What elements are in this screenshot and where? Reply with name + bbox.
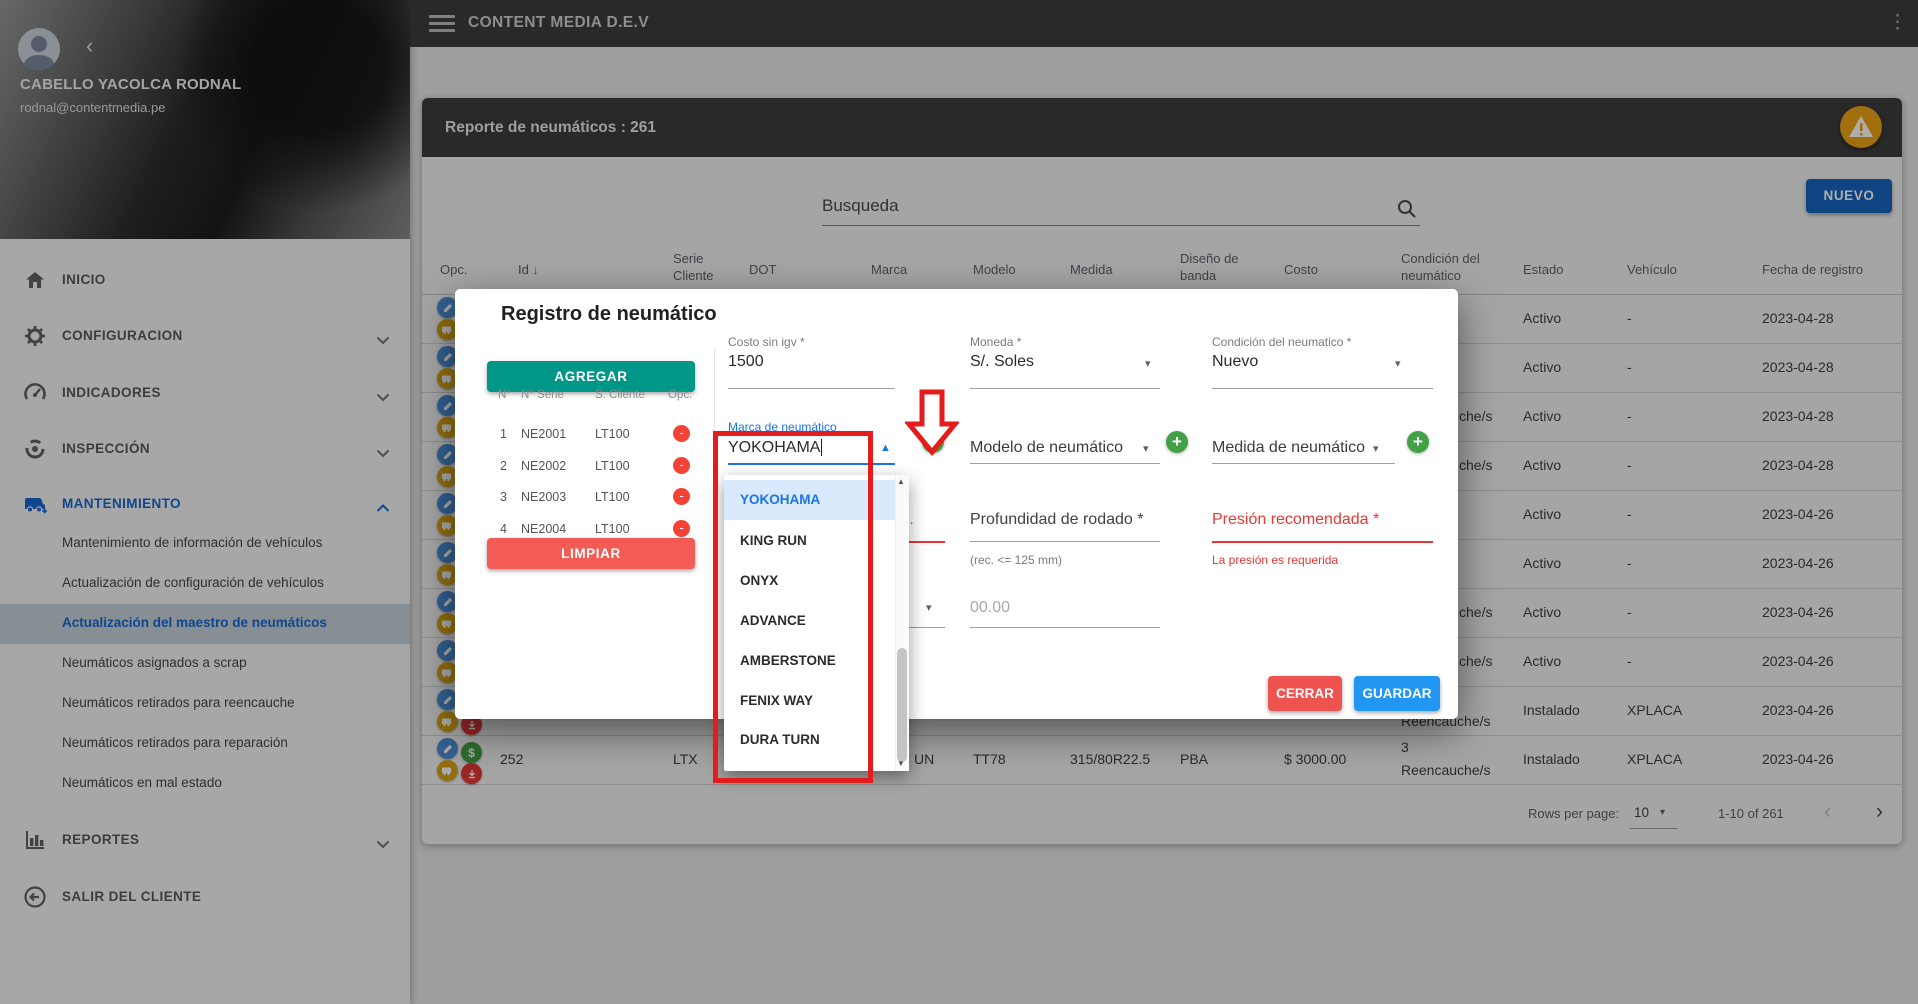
remove-serial-button[interactable]: -: [673, 519, 690, 537]
medida-underline: [1212, 463, 1395, 464]
remove-serial-button[interactable]: -: [673, 488, 690, 505]
scroll-up-icon[interactable]: ▲: [897, 477, 905, 486]
modelo-underline: [970, 463, 1160, 464]
mini-cell-cliente: LT100: [595, 458, 630, 473]
add-medida-button[interactable]: +: [1407, 431, 1429, 453]
mini-cell-serie: NE2003: [521, 490, 567, 504]
medida-caret-icon[interactable]: ▾: [1373, 442, 1379, 455]
mini-cell-serie: NE2001: [521, 427, 567, 441]
mini-cell-n: 2: [500, 458, 507, 473]
presion-underline: [1212, 541, 1433, 543]
mini-col-header: N° Serie: [521, 389, 564, 401]
add-modelo-button[interactable]: +: [1166, 431, 1188, 453]
moneda-label: Moneda *: [970, 335, 1022, 349]
guardar-button[interactable]: GUARDAR: [1354, 676, 1440, 711]
mini-cell-cliente: LT100: [595, 521, 630, 536]
costo-label: Costo sin igv *: [728, 335, 805, 349]
mini-col-header: N°: [498, 389, 511, 401]
tire-registration-modal: Registro de neumático AGREGAR N° N° Serie…: [455, 289, 1458, 719]
marca-caret-up-icon[interactable]: ▲: [880, 442, 891, 454]
moneda-caret-icon[interactable]: ▾: [1145, 357, 1151, 370]
condicion-label: Condición del neumatico *: [1212, 335, 1352, 349]
profundidad-underline: [970, 541, 1160, 542]
mini-cell-n: 1: [500, 427, 507, 441]
modelo-select[interactable]: Modelo de neumático: [970, 439, 1123, 457]
profundidad-input[interactable]: Profundidad de rodado *: [970, 511, 1143, 529]
moneda-select[interactable]: S/. Soles: [970, 353, 1034, 371]
moneda-underline: [970, 388, 1160, 389]
condicion-underline: [1212, 388, 1433, 389]
mini-cell-n: 3: [500, 490, 507, 504]
cerrar-button[interactable]: CERRAR: [1268, 676, 1342, 711]
mini-cell-cliente: LT100: [595, 490, 630, 504]
scrollbar-thumb[interactable]: [897, 648, 907, 762]
costo-input[interactable]: 1500: [728, 353, 764, 371]
presion-error: La presión es requerida: [1212, 553, 1339, 567]
hidden-select-caret-icon[interactable]: ▾: [926, 601, 932, 614]
cantidad-underline: [970, 627, 1160, 628]
mini-cell-serie: NE2004: [521, 521, 567, 536]
annotation-highlight-rect: [713, 431, 873, 783]
annotation-arrow-icon: [903, 388, 961, 463]
mini-col-header: S. Cliente: [595, 389, 645, 401]
remove-serial-button[interactable]: -: [673, 425, 690, 442]
cantidad-input[interactable]: 00.00: [970, 599, 1010, 617]
mini-cell-n: 4: [500, 521, 507, 536]
profundidad-hint: (rec. <= 125 mm): [970, 553, 1063, 567]
app-root: ‹ CABELLO YACOLCA RODNAL rodnal@contentm…: [0, 0, 1918, 1004]
agregar-button[interactable]: AGREGAR: [487, 361, 695, 392]
scroll-down-icon[interactable]: ▼: [897, 759, 905, 768]
condicion-caret-icon[interactable]: ▾: [1395, 357, 1401, 370]
mini-cell-serie: NE2002: [521, 458, 567, 473]
limpiar-button[interactable]: LIMPIAR: [487, 538, 695, 569]
presion-input[interactable]: Presión recomendada *: [1212, 511, 1379, 529]
condicion-select[interactable]: Nuevo: [1212, 353, 1258, 371]
mini-cell-cliente: LT100: [595, 427, 630, 441]
remove-serial-button[interactable]: -: [673, 456, 690, 474]
costo-underline: [728, 388, 895, 389]
mini-col-header: Opc.: [668, 389, 693, 401]
modelo-caret-icon[interactable]: ▾: [1143, 442, 1149, 455]
medida-select[interactable]: Medida de neumático: [1212, 439, 1365, 457]
modal-title: Registro de neumático: [501, 303, 717, 325]
